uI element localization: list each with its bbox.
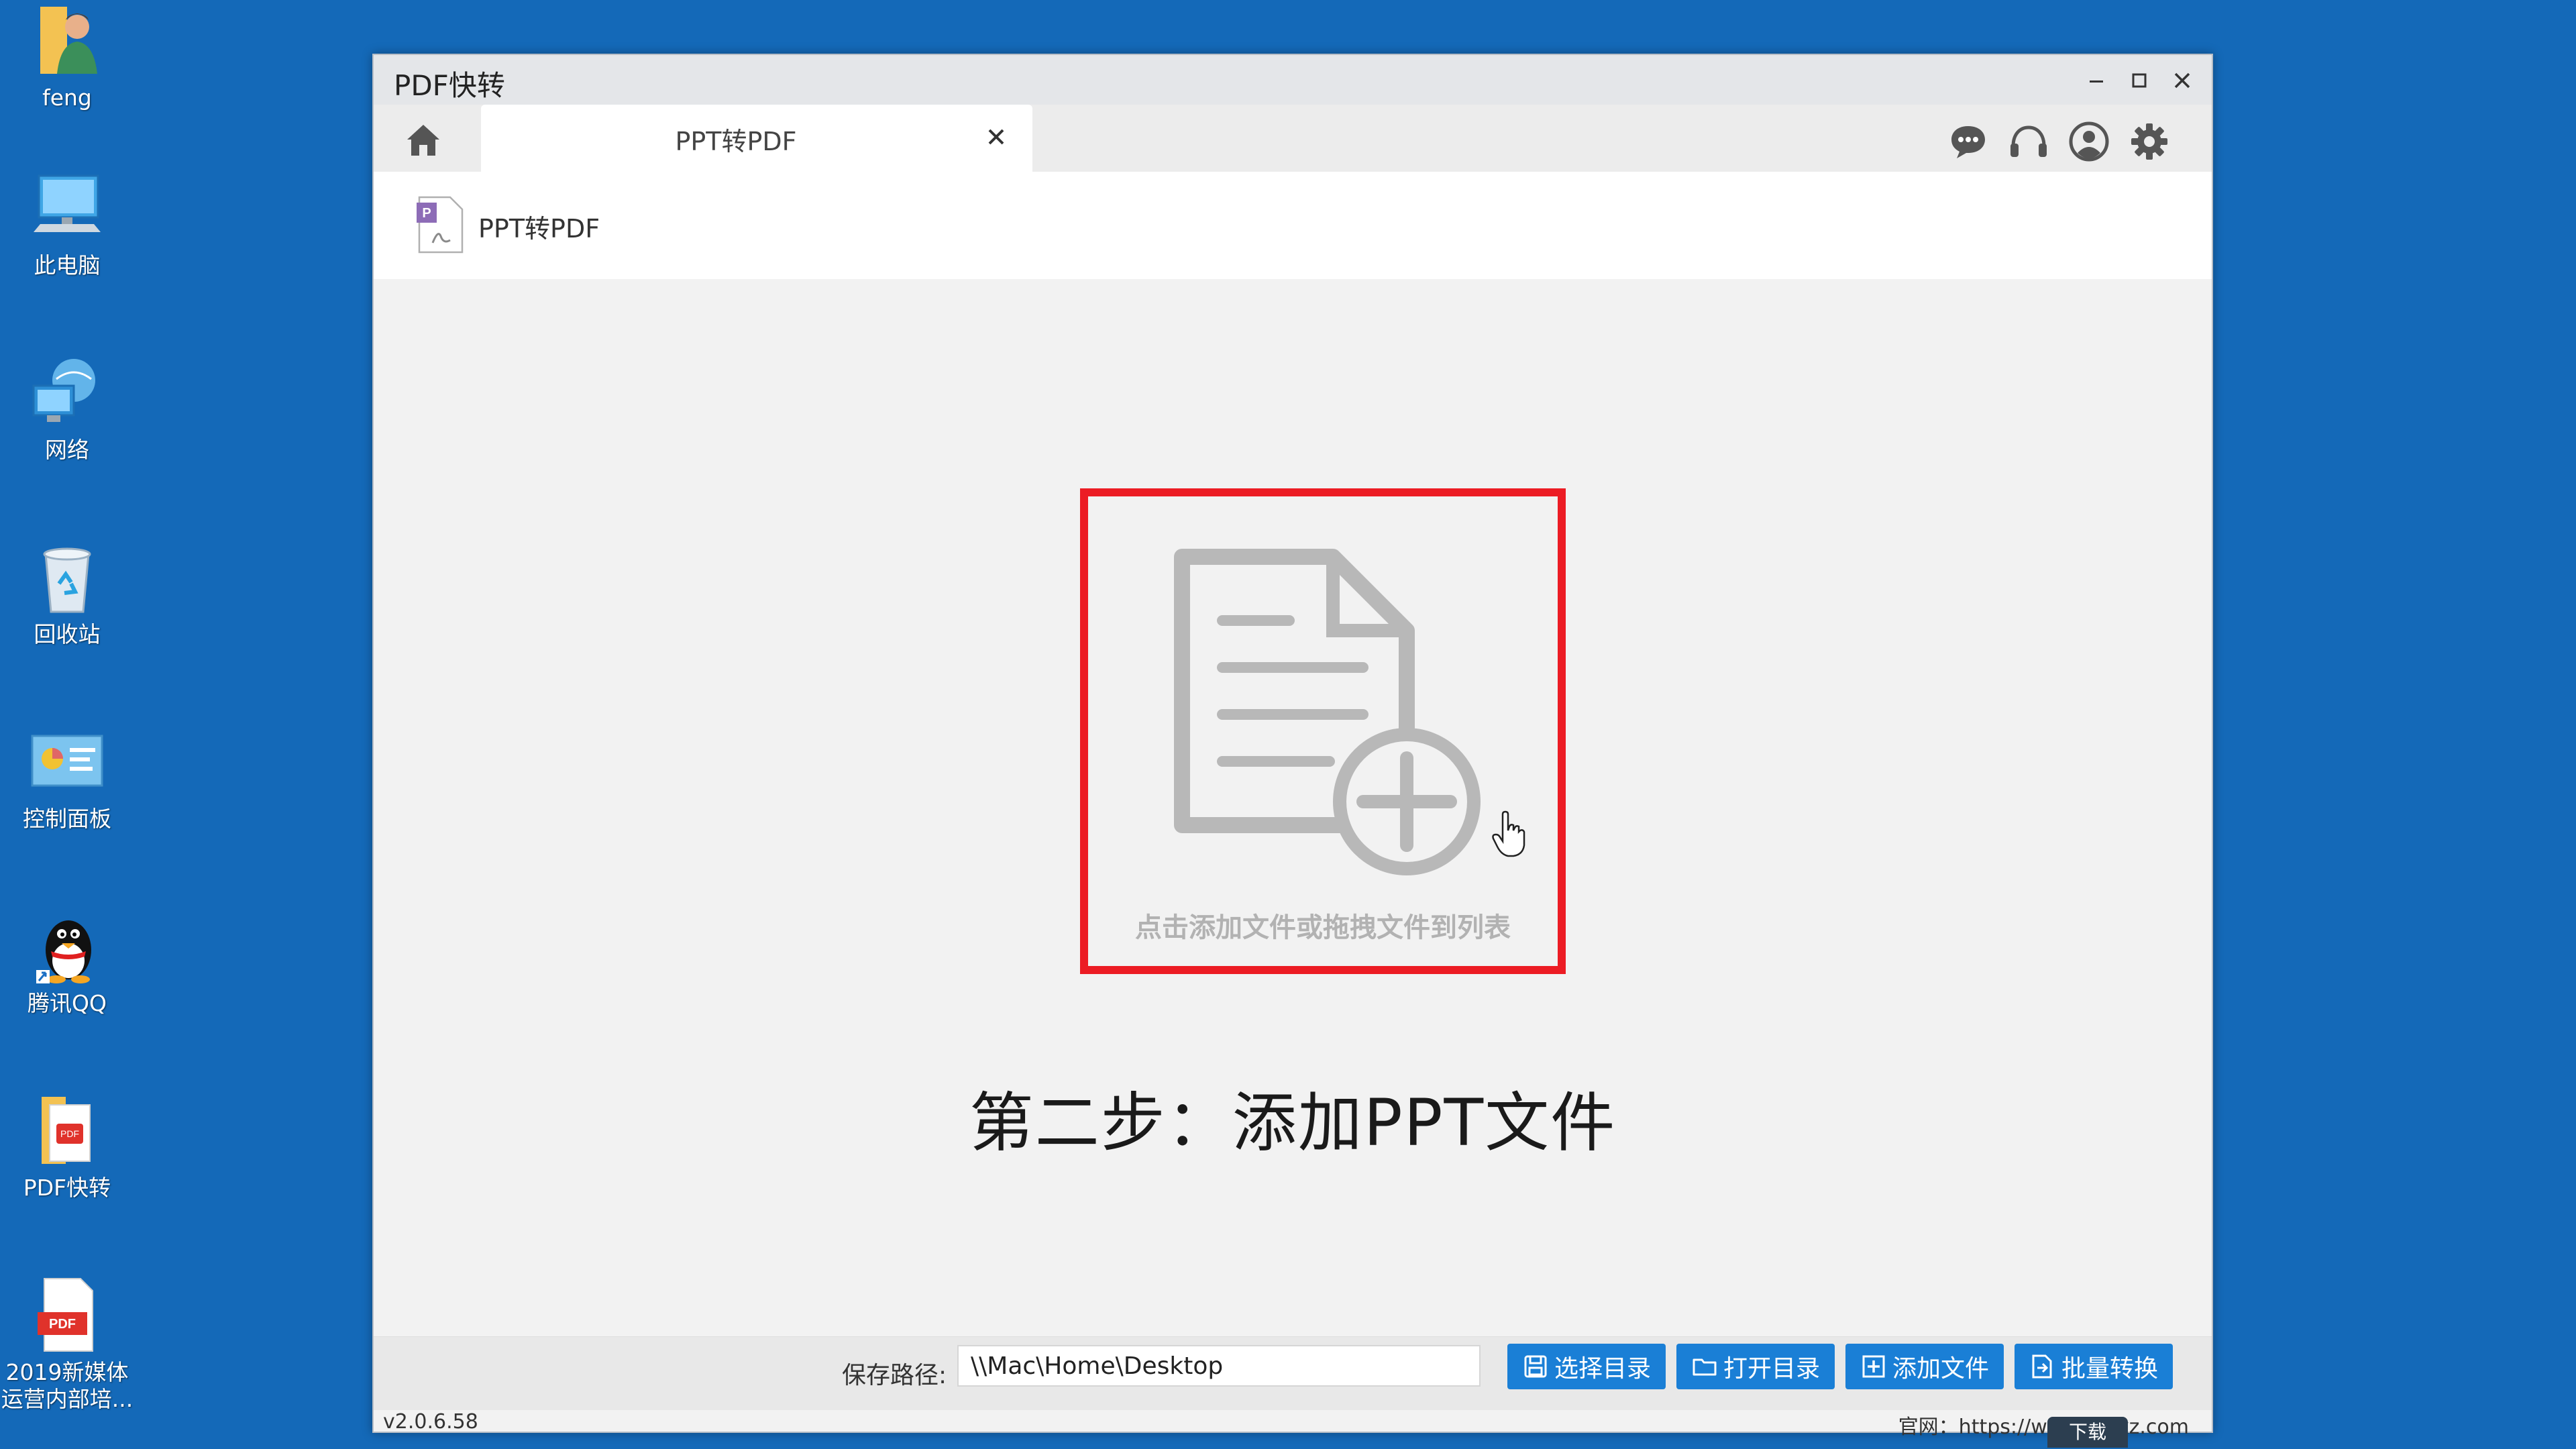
add-file-label: 添加文件 xyxy=(1892,1355,1989,1383)
select-directory-label: 选择目录 xyxy=(1554,1355,1651,1383)
add-file-button[interactable]: 添加文件 xyxy=(1845,1344,2004,1389)
tab-bar: PPT转PDF xyxy=(374,105,2212,172)
window-title: PDF快转 xyxy=(394,69,505,102)
chat-icon[interactable] xyxy=(1947,121,1989,162)
desktop-icon-label: 网络 xyxy=(45,437,89,463)
bottom-action-bar: 保存路径: 选择目录 打开目录 添加文件 xyxy=(374,1336,2212,1411)
convert-doc-icon xyxy=(2032,1354,2052,1379)
download-tab[interactable]: 下载 xyxy=(2047,1417,2128,1448)
open-directory-button[interactable]: 打开目录 xyxy=(1676,1344,1835,1389)
title-bar: PDF快转 xyxy=(374,55,2212,105)
desktop-icon-qq[interactable]: 腾讯QQ xyxy=(0,906,134,1017)
desktop-icon-feng[interactable]: feng xyxy=(0,0,134,111)
recycle-bin-icon xyxy=(43,547,91,613)
maximize-icon[interactable] xyxy=(2125,66,2154,95)
plus-box-icon xyxy=(1862,1355,1885,1378)
desktop-icon-control-panel[interactable]: 控制面板 xyxy=(0,721,134,833)
desktop-icon-pdf-file[interactable]: PDF 2019新媒体 运营内部培... xyxy=(0,1275,134,1413)
hand-pointer-icon xyxy=(1492,810,1525,857)
tab-label: PPT转PDF xyxy=(675,127,797,156)
qq-icon xyxy=(36,920,91,983)
desktop-icon-label: 2019新媒体 运营内部培... xyxy=(1,1359,133,1412)
pdf-converter-icon: PDF xyxy=(42,1097,91,1164)
batch-convert-label: 批量转换 xyxy=(2061,1355,2158,1383)
desktop-icon-label: PDF快转 xyxy=(23,1175,111,1201)
headset-icon[interactable] xyxy=(2008,121,2049,162)
svg-text:P: P xyxy=(422,206,431,221)
app-window: PDF快转 PPT转PDF P PPT转PDF 点击添加文件或拖拽文件到列表 第… xyxy=(372,54,2213,1439)
minimize-icon[interactable] xyxy=(2082,66,2111,95)
add-file-drop-zone[interactable]: 点击添加文件或拖拽文件到列表 xyxy=(1080,488,1566,974)
tab-close-icon[interactable] xyxy=(983,123,1010,150)
save-path-label: 保存路径: xyxy=(842,1362,947,1389)
user-account-icon[interactable] xyxy=(2068,121,2110,162)
close-icon[interactable] xyxy=(2167,66,2197,95)
computer-icon xyxy=(34,174,101,232)
desktop-icon-label: 腾讯QQ xyxy=(28,990,107,1016)
save-path-input[interactable] xyxy=(957,1345,1481,1387)
desktop-icon-network[interactable]: 网络 xyxy=(0,352,134,464)
svg-text:PDF: PDF xyxy=(49,1317,76,1332)
home-icon[interactable] xyxy=(403,119,443,160)
website-link[interactable]: 官网：https://www.pdfkz.com xyxy=(1898,1410,2189,1440)
version-text: v2.0.6.58 xyxy=(383,1410,478,1434)
sub-header: P PPT转PDF xyxy=(374,172,2212,279)
main-content: 点击添加文件或拖拽文件到列表 第二步：添加PPT文件 xyxy=(374,279,2212,1338)
desktop-icon-label: feng xyxy=(42,85,92,111)
drop-zone-hint: 点击添加文件或拖拽文件到列表 xyxy=(1135,912,1511,943)
desktop-icon-label: 控制面板 xyxy=(23,806,111,832)
desktop-icon-pdf-converter[interactable]: PDF PDF快转 xyxy=(0,1090,134,1201)
step-caption: 第二步：添加PPT文件 xyxy=(969,1085,1617,1161)
status-bar: v2.0.6.58 官网：https://www.pdfkz.com xyxy=(374,1410,2212,1439)
ppt-to-pdf-file-icon: P xyxy=(417,196,464,254)
select-directory-button[interactable]: 选择目录 xyxy=(1507,1344,1666,1389)
batch-convert-button[interactable]: 批量转换 xyxy=(2015,1344,2173,1389)
desktop-icon-label: 此电脑 xyxy=(34,252,101,278)
save-disk-icon xyxy=(1524,1355,1547,1378)
desktop-icon-label: 回收站 xyxy=(34,621,101,647)
folder-icon xyxy=(1693,1358,1717,1376)
control-panel-icon xyxy=(31,735,103,787)
desktop-icon-recycle-bin[interactable]: 回收站 xyxy=(0,537,134,648)
open-directory-label: 打开目录 xyxy=(1723,1355,1820,1383)
network-icon xyxy=(32,359,95,422)
pdf-file-icon: PDF xyxy=(38,1278,93,1352)
section-title: PPT转PDF xyxy=(478,214,600,244)
document-add-icon xyxy=(1174,549,1481,875)
settings-gear-icon[interactable] xyxy=(2129,121,2170,162)
svg-text:PDF: PDF xyxy=(60,1128,79,1139)
user-folder-icon xyxy=(40,7,97,74)
tab-ppt-to-pdf[interactable]: PPT转PDF xyxy=(481,105,1032,172)
desktop-icon-this-pc[interactable]: 此电脑 xyxy=(0,168,134,279)
